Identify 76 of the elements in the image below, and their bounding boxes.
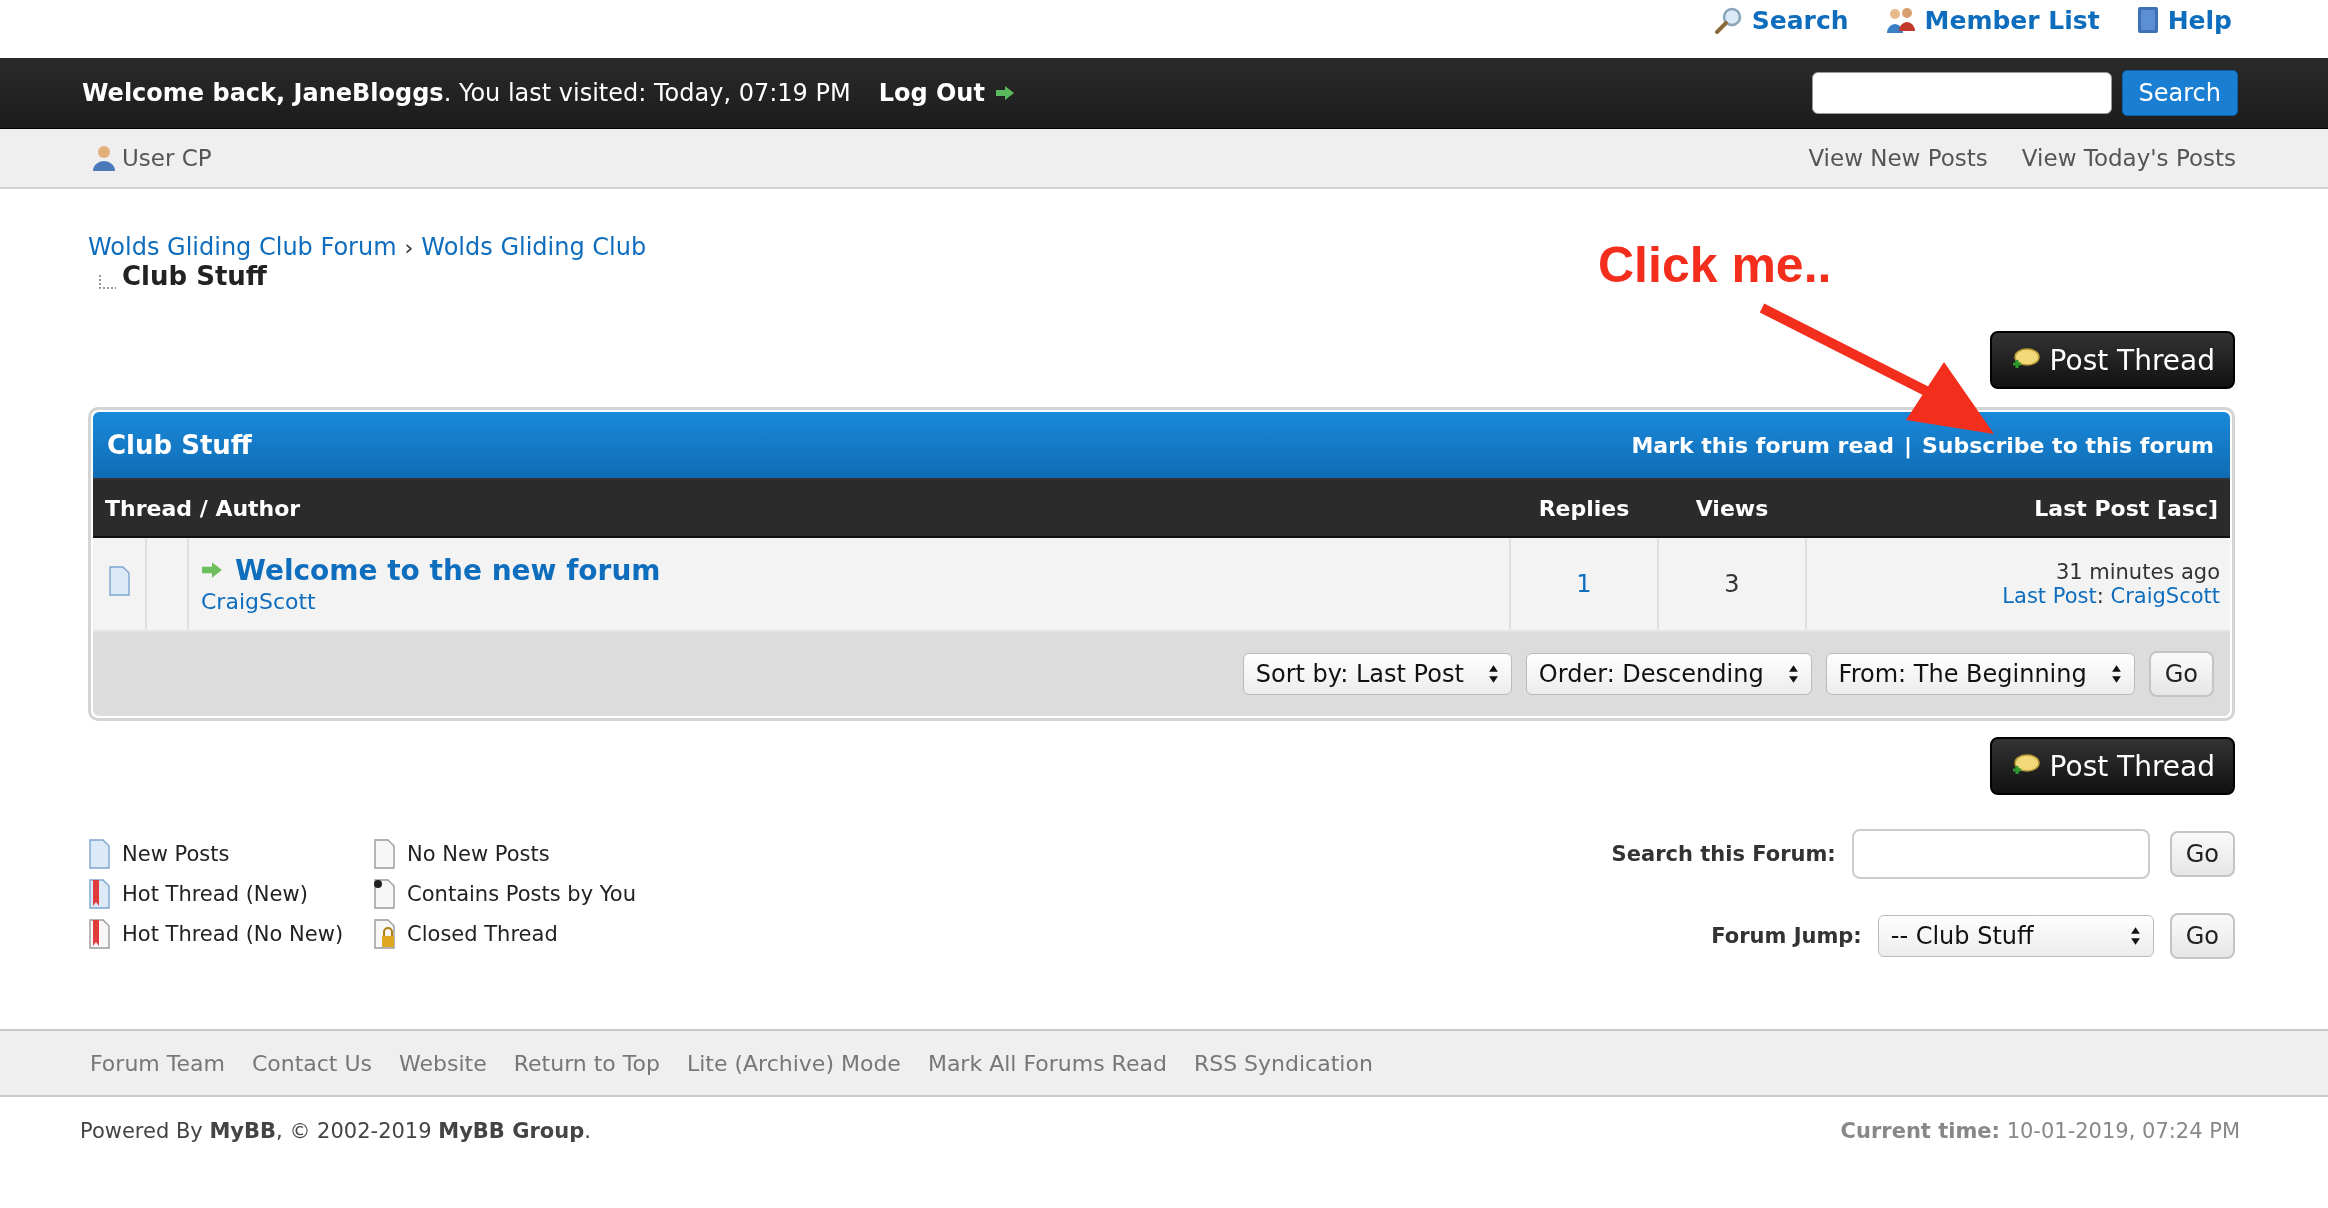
colon-text: : — [2096, 584, 2104, 608]
user-cp-link[interactable]: User CP — [92, 144, 212, 172]
top-link[interactable]: Help — [2135, 5, 2232, 35]
post-thread-button[interactable]: Post Thread — [1989, 331, 2235, 389]
current-forum-title: Club Stuff — [122, 261, 267, 291]
column-header[interactable]: Last Post [asc] — [1806, 480, 2230, 537]
legend-label: New Posts — [122, 842, 230, 866]
top-link[interactable]: Member List — [1884, 5, 2100, 35]
footer-link[interactable]: Forum Team — [90, 1050, 225, 1076]
footer-link[interactable]: Return to Top — [513, 1050, 660, 1076]
author-link[interactable]: CraigScott — [201, 588, 316, 614]
top-link[interactable]: Search — [1713, 5, 1849, 35]
caret-icon — [1487, 664, 1499, 684]
document-icon — [108, 566, 130, 596]
post-thread-button[interactable]: Post Thread — [1989, 737, 2235, 795]
footer-link[interactable]: Contact Us — [251, 1050, 373, 1076]
thread-title-link[interactable]: Welcome to the new forum — [235, 553, 661, 587]
footer-link[interactable]: RSS Syndication — [1193, 1050, 1373, 1076]
go-button[interactable]: Go — [2169, 913, 2235, 959]
nav-link[interactable]: View New Posts — [1808, 145, 1988, 171]
sort-select[interactable]: From: The Beginning — [1825, 653, 2135, 695]
search-forum-field[interactable] — [1851, 829, 2150, 879]
lock-document-icon — [373, 919, 396, 949]
footer-link[interactable]: Lite (Archive) Mode — [686, 1050, 901, 1076]
legend-label: Hot Thread (No New) — [122, 922, 344, 946]
footer-link[interactable]: Mark All Forums Read — [927, 1050, 1167, 1076]
breadcrumb-link[interactable]: Wolds Gliding Club — [421, 233, 647, 261]
search-button[interactable]: Search — [2121, 70, 2238, 116]
search-icon — [1713, 5, 1744, 35]
forum-title: Club Stuff — [107, 430, 252, 460]
go-button[interactable]: Go — [2169, 831, 2235, 877]
footer-link[interactable]: Website — [399, 1050, 487, 1076]
document-icon — [88, 839, 110, 869]
document-icon — [373, 879, 396, 909]
views-cell: 3 — [1658, 537, 1806, 631]
arrow-right-icon — [994, 85, 1015, 101]
column-header[interactable]: Replies — [1510, 480, 1658, 537]
people-icon — [1884, 5, 1917, 35]
annotation-text: Click me.. — [1598, 236, 1832, 294]
legend-label: Closed Thread — [407, 922, 558, 946]
forum-action-link[interactable]: Subscribe to this forum — [1922, 432, 2214, 458]
search-field[interactable] — [1811, 72, 2112, 114]
last-post-link[interactable]: Last Post — [2002, 584, 2097, 608]
column-header[interactable]: Thread / Author — [93, 480, 1510, 537]
legend-label: Contains Posts by You — [407, 882, 636, 906]
nav-link[interactable]: View Today's Posts — [2021, 145, 2236, 171]
powered-by-text: Powered By MyBB, © 2002-2019 MyBB Group. — [80, 1119, 591, 1143]
welcome-message: Welcome back, JaneBloggs. You last visited: Today, 07:19 PM — [82, 79, 851, 107]
forum-jump-label: Forum Jump: — [1711, 924, 1862, 948]
breadcrumb-link[interactable]: Wolds Gliding Club Forum — [88, 233, 397, 261]
legend-label: Hot Thread (New) — [122, 882, 308, 906]
caret-icon — [2110, 664, 2122, 684]
document-icon — [88, 919, 110, 949]
sort-select[interactable]: Sort by: Last Post — [1242, 653, 1512, 695]
user-icon — [92, 144, 116, 172]
current-time-text: Current time: 10-01-2019, 07:24 PM — [1840, 1119, 2240, 1143]
document-icon — [88, 879, 110, 909]
search-forum-label: Search this Forum: — [1611, 842, 1836, 866]
author-link[interactable]: CraigScott — [2110, 584, 2220, 608]
document-icon — [373, 839, 396, 869]
go-button[interactable]: Go — [2148, 651, 2214, 697]
tree-connector-icon — [98, 275, 116, 291]
arrow-right-icon — [201, 561, 223, 579]
replies-link[interactable]: 1 — [1576, 570, 1592, 598]
sort-select[interactable]: Order: Descending — [1525, 653, 1812, 695]
breadcrumb-separator: › — [404, 234, 414, 260]
forum-action-link[interactable]: Mark this forum read — [1631, 432, 1894, 458]
action-separator: | — [1903, 432, 1912, 458]
caret-icon — [2129, 926, 2141, 946]
legend-label: No New Posts — [407, 842, 550, 866]
help-book-icon — [2135, 5, 2160, 35]
caret-icon — [1787, 664, 1799, 684]
forum-jump-select[interactable]: -- Club Stuff — [1877, 915, 2154, 957]
last-post-time: 31 minutes ago — [2054, 560, 2220, 584]
log-out-link[interactable]: Log Out — [878, 79, 1015, 107]
column-header[interactable]: Views — [1658, 480, 1806, 537]
